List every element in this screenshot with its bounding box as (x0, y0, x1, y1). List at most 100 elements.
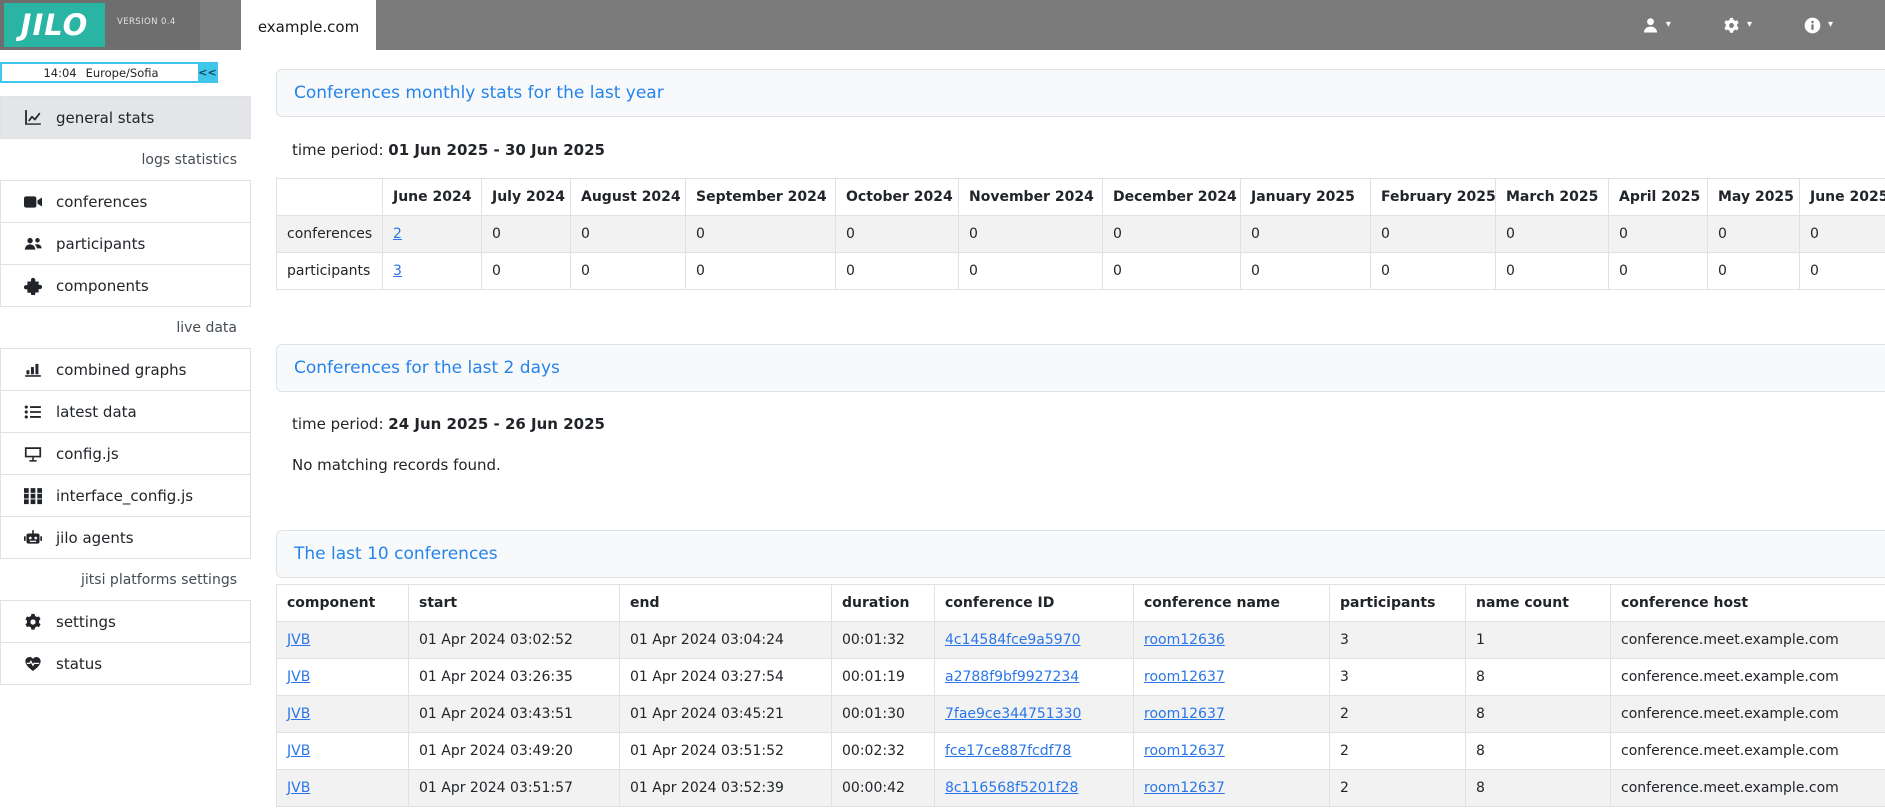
sidebar-item-label: status (56, 655, 102, 673)
card-title-last-2-days[interactable]: Conferences for the last 2 days (276, 344, 1885, 392)
sidebar-item-general-stats[interactable]: general stats (0, 96, 251, 139)
column-header-participants: participants (1330, 585, 1466, 622)
conference-name-cell-link[interactable]: room12637 (1144, 706, 1225, 722)
component-cell: JVB (277, 696, 409, 733)
card-title-monthly-stats[interactable]: Conferences monthly stats for the last y… (276, 69, 1885, 117)
component-cell-link[interactable]: JVB (287, 780, 310, 796)
sidebar-item-label: jilo agents (56, 529, 134, 547)
column-header-may-2025: May 2025 (1708, 179, 1800, 216)
month-value: 0 (1103, 216, 1241, 253)
top-bar-menus: ▾ ▾ ▾ (1642, 0, 1885, 50)
month-value: 0 (1371, 216, 1496, 253)
end-cell: 01 Apr 2024 03:52:39 (620, 770, 832, 807)
conference-id-cell: 7fae9ce344751330 (935, 696, 1134, 733)
time-period-monthly: time period: 01 Jun 2025 - 30 Jun 2025 (292, 141, 605, 159)
top-bar: JILO VERSION 0.4 example.com ▾▾▾ (0, 0, 1885, 50)
sidebar-item-latest-data[interactable]: latest data (0, 390, 251, 433)
conference-name-cell: room12637 (1134, 696, 1330, 733)
month-value: 0 (571, 216, 686, 253)
month-value: 0 (1103, 253, 1241, 290)
participants-cell: 3 (1330, 622, 1466, 659)
user-menu[interactable]: ▾ (1642, 17, 1671, 34)
component-cell-link[interactable]: JVB (287, 706, 310, 722)
component-cell-link[interactable]: JVB (287, 632, 310, 648)
component-cell: JVB (277, 770, 409, 807)
column-header-start: start (409, 585, 620, 622)
clock-widget: 14:04Europe/Sofia << (0, 62, 218, 83)
component-cell: JVB (277, 622, 409, 659)
conference-id-cell-link[interactable]: 8c116568f5201f28 (945, 780, 1078, 796)
conference-id-cell-link[interactable]: a2788f9bf9927234 (945, 669, 1079, 685)
sidebar-item-jilo-agents[interactable]: jilo agents (0, 516, 251, 559)
month-value-link[interactable]: 2 (393, 226, 402, 242)
conference-name-cell-link[interactable]: room12637 (1144, 780, 1225, 796)
month-value: 2 (383, 216, 482, 253)
conference-name-cell: room12636 (1134, 622, 1330, 659)
name-count-cell: 8 (1466, 696, 1611, 733)
conference-name-cell-link[interactable]: room12636 (1144, 632, 1225, 648)
participants-cell: 2 (1330, 770, 1466, 807)
month-value: 0 (571, 253, 686, 290)
sidebar: general statslogs statisticsconferencesp… (0, 97, 251, 685)
month-value: 0 (1800, 216, 1885, 253)
last-10-conferences-table: componentstartenddurationconference IDco… (276, 584, 1885, 807)
column-header-june-2025: June 2025 (1800, 179, 1885, 216)
month-value: 0 (959, 253, 1103, 290)
sidebar-item-settings[interactable]: settings (0, 600, 251, 643)
conference-name-cell-link[interactable]: room12637 (1144, 669, 1225, 685)
column-header-june-2024: June 2024 (383, 179, 482, 216)
name-count-cell: 8 (1466, 659, 1611, 696)
platform-tab-example-com[interactable]: example.com (241, 0, 376, 53)
card-title-last-10-conferences[interactable]: The last 10 conferences (276, 530, 1885, 578)
end-cell: 01 Apr 2024 03:45:21 (620, 696, 832, 733)
month-value: 0 (836, 216, 959, 253)
start-cell: 01 Apr 2024 03:51:57 (409, 770, 620, 807)
conference-id-cell-link[interactable]: 7fae9ce344751330 (945, 706, 1081, 722)
month-value: 0 (1609, 216, 1708, 253)
sidebar-item-components[interactable]: components (0, 264, 251, 307)
component-cell-link[interactable]: JVB (287, 669, 310, 685)
column-header-conference-name: conference name (1134, 585, 1330, 622)
info-menu[interactable]: ▾ (1804, 17, 1833, 34)
puzzle-icon (24, 277, 42, 295)
column-header-april-2025: April 2025 (1609, 179, 1708, 216)
sidebar-collapse-button[interactable]: << (198, 63, 217, 82)
sidebar-item-interface-config-js[interactable]: interface_config.js (0, 474, 251, 517)
conference-host-cell: conference.meet.example.com (1611, 659, 1885, 696)
component-cell-link[interactable]: JVB (287, 743, 310, 759)
sidebar-item-label: participants (56, 235, 145, 253)
month-value: 0 (1708, 253, 1800, 290)
column-header-march-2025: March 2025 (1496, 179, 1609, 216)
month-value: 0 (959, 216, 1103, 253)
sidebar-item-status[interactable]: status (0, 642, 251, 685)
clock-timezone: Europe/Sofia (86, 66, 159, 80)
settings-menu[interactable]: ▾ (1723, 17, 1752, 34)
sidebar-item-label: combined graphs (56, 361, 186, 379)
app-logo: JILO (4, 3, 105, 47)
time-period-recent: time period: 24 Jun 2025 - 26 Jun 2025 (292, 415, 605, 433)
month-value: 0 (1800, 253, 1885, 290)
conference-id-cell-link[interactable]: fce17ce887fcdf78 (945, 743, 1071, 759)
conference-id-cell-link[interactable]: 4c14584fce9a5970 (945, 632, 1081, 648)
month-value: 0 (1609, 253, 1708, 290)
gear-icon (1723, 17, 1740, 34)
column-header-blank (277, 179, 383, 216)
sidebar-item-label: settings (56, 613, 116, 631)
conference-name-cell: room12637 (1134, 659, 1330, 696)
name-count-cell: 8 (1466, 770, 1611, 807)
duration-cell: 00:00:42 (832, 770, 935, 807)
month-value: 0 (686, 216, 836, 253)
chart-line-icon (24, 109, 42, 127)
conference-name-cell-link[interactable]: room12637 (1144, 743, 1225, 759)
table-row: JVB01 Apr 2024 03:26:3501 Apr 2024 03:27… (277, 659, 1885, 696)
month-value-link[interactable]: 3 (393, 263, 402, 279)
sidebar-item-participants[interactable]: participants (0, 222, 251, 265)
table-row: JVB01 Apr 2024 03:43:5101 Apr 2024 03:45… (277, 696, 1885, 733)
users-icon (24, 235, 42, 253)
clock-text: 14:04Europe/Sofia (2, 64, 200, 81)
sidebar-item-conferences[interactable]: conferences (0, 180, 251, 223)
time-period-label: time period: (292, 141, 384, 159)
row-label: conferences (277, 216, 383, 253)
sidebar-item-config-js[interactable]: config.js (0, 432, 251, 475)
sidebar-item-combined-graphs[interactable]: combined graphs (0, 348, 251, 391)
